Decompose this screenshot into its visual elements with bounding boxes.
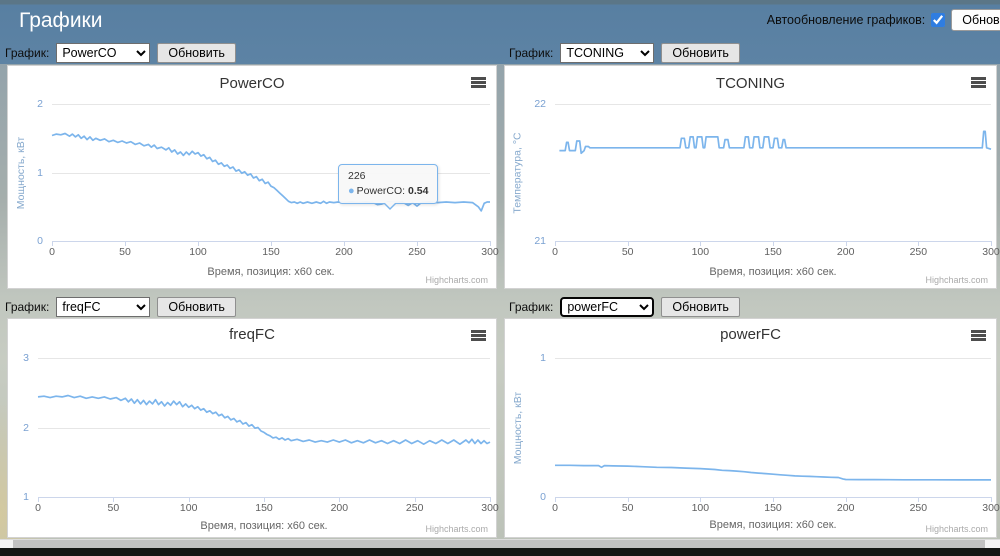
x-axis-title: Время, позиция: x60 сек. xyxy=(200,520,328,532)
chart-select-freqfc[interactable]: freqFC xyxy=(56,297,151,317)
y-tick-label: 2 xyxy=(37,98,43,110)
x-tick-label: 200 xyxy=(836,246,855,258)
scrollbar-thumb[interactable] xyxy=(13,540,985,548)
chart-title: TCONING xyxy=(715,75,786,92)
plot-area: 0 1 0 50 100 150 200 250 300 xyxy=(540,352,1000,514)
x-tick-label: 50 xyxy=(107,502,120,514)
tooltip-series-value: 0.54 xyxy=(408,185,429,197)
y-tick-label: 0 xyxy=(37,235,43,247)
chart-controls-powerco: График: PowerCO Обновить xyxy=(5,42,236,64)
y-tick-label: 21 xyxy=(534,235,546,247)
autorefresh-checkbox[interactable] xyxy=(931,13,946,27)
plot-area: 1 2 3 0 50 100 150 200 250 300 xyxy=(23,352,499,514)
x-tick-label: 200 xyxy=(330,502,349,514)
x-tick-label: 200 xyxy=(836,502,855,514)
x-tick-label: 100 xyxy=(189,246,207,258)
series-chart xyxy=(559,130,992,155)
y-tick-label: 22 xyxy=(534,98,546,110)
hamburger-menu-icon[interactable] xyxy=(971,330,986,333)
y-tick-label: 1 xyxy=(37,166,43,179)
x-tick-label: 50 xyxy=(119,246,131,258)
x-tick-label: 250 xyxy=(405,502,424,514)
series-marker-icon: ● xyxy=(348,185,355,197)
chart-controls-freqfc: График: freqFC Обновить xyxy=(5,296,236,318)
series-line xyxy=(37,394,491,446)
chart-select-label: График: xyxy=(509,46,554,60)
y-axis-title: Мощность, кВт xyxy=(512,391,524,465)
horizontal-scrollbar[interactable] xyxy=(0,539,1000,548)
highcharts-credit: Highcharts.com xyxy=(425,524,488,534)
x-tick-label: 0 xyxy=(35,502,41,514)
refresh-button-freqfc[interactable]: Обновить xyxy=(157,297,236,317)
x-tick-label: 250 xyxy=(909,502,928,514)
highcharts-credit: Highcharts.com xyxy=(425,275,488,285)
y-axis-title: Мощность, кВт xyxy=(15,136,27,210)
x-tick-label: 50 xyxy=(621,246,634,258)
chart-select-powerfc[interactable]: powerFC xyxy=(560,297,655,317)
x-tick-label: 200 xyxy=(335,246,353,258)
chart-title: powerFC xyxy=(720,326,781,343)
plot-area: 21 22 0 50 100 150 200 250 300 xyxy=(534,98,999,258)
series-line xyxy=(559,130,992,155)
x-tick-label: 150 xyxy=(262,246,280,258)
page-title: Графики xyxy=(19,9,103,32)
x-tick-label: 300 xyxy=(481,502,499,514)
y-axis-title: Температура, °C xyxy=(512,132,524,214)
chart-select-tconing[interactable]: TCONING xyxy=(560,43,655,63)
refresh-button-powerco[interactable]: Обновить xyxy=(157,43,236,63)
chart-panel-powerco: PowerCO Мощность, кВт 0 1 2 0 50 100 150 200 250… xyxy=(7,65,499,289)
chart-panel-powerfc: powerFC Мощность, кВт 0 1 0 50 100 150 200 250 3… xyxy=(504,318,1000,538)
autorefresh-button[interactable]: Обновить в xyxy=(951,9,1000,31)
x-tick-label: 250 xyxy=(408,246,426,258)
autorefresh-label: Автообновление графиков: xyxy=(766,13,926,27)
x-tick-label: 150 xyxy=(764,502,782,514)
y-tick-label: 3 xyxy=(23,352,29,364)
x-tick-label: 100 xyxy=(179,502,198,514)
highcharts-credit: Highcharts.com xyxy=(925,275,988,285)
chart-tooltip: 226 ● PowerCO: 0.54 xyxy=(338,164,439,210)
chart-panel-tconing: TCONING Температура, °C 21 22 0 50 100 150 200… xyxy=(504,65,1000,289)
x-tick-label: 100 xyxy=(691,246,710,258)
x-tick-label: 150 xyxy=(764,246,782,258)
hamburger-menu-icon[interactable] xyxy=(471,77,486,80)
y-tick-label: 1 xyxy=(540,352,546,364)
chart-select-label: График: xyxy=(5,46,50,60)
x-tick-label: 250 xyxy=(909,246,928,258)
refresh-button-powerfc[interactable]: Обновить xyxy=(661,297,740,317)
y-tick-label: 1 xyxy=(23,491,29,503)
x-tick-label: 0 xyxy=(49,246,55,258)
x-tick-label: 0 xyxy=(552,246,558,258)
autorefresh-group: Автообновление графиков: Обновить в xyxy=(767,9,1000,31)
tooltip-series-name: PowerCO: xyxy=(356,185,406,197)
x-tick-label: 300 xyxy=(982,502,1000,514)
highcharts-credit: Highcharts.com xyxy=(925,524,988,534)
bottom-black-bar xyxy=(0,548,1000,556)
hamburger-menu-icon[interactable] xyxy=(971,77,986,80)
y-tick-label: 0 xyxy=(540,491,546,503)
x-axis-title: Время, позиция: x60 сек. xyxy=(207,266,335,278)
chart-select-powerco[interactable]: PowerCO xyxy=(56,43,151,63)
hamburger-menu-icon[interactable] xyxy=(471,330,486,333)
series-chart xyxy=(555,464,991,481)
tooltip-x-value: 226 xyxy=(348,170,366,182)
x-tick-label: 50 xyxy=(621,502,634,514)
y-tick-label: 2 xyxy=(23,421,29,434)
series-chart xyxy=(37,394,491,446)
x-tick-label: 150 xyxy=(255,502,273,514)
x-tick-label: 300 xyxy=(481,246,499,258)
chart-select-label: График: xyxy=(509,300,554,314)
x-tick-label: 300 xyxy=(982,246,1000,258)
x-axis-title: Время, позиция: x60 сек. xyxy=(709,519,837,531)
x-tick-label: 0 xyxy=(552,502,558,514)
refresh-button-tconing[interactable]: Обновить xyxy=(661,43,740,63)
x-tick-label: 100 xyxy=(691,502,710,514)
chart-title: PowerCO xyxy=(219,75,285,92)
chart-title: freqFC xyxy=(229,326,275,343)
chart-select-label: График: xyxy=(5,300,50,314)
chart-controls-tconing: График: TCONING Обновить xyxy=(509,42,740,64)
series-line xyxy=(555,464,991,481)
chart-controls-powerfc: График: powerFC Обновить xyxy=(509,296,740,318)
chart-panel-freqfc: freqFC 1 2 3 0 50 100 150 200 250 300 Время, пози… xyxy=(7,318,499,538)
x-axis-title: Время, позиция: x60 сек. xyxy=(709,266,837,278)
